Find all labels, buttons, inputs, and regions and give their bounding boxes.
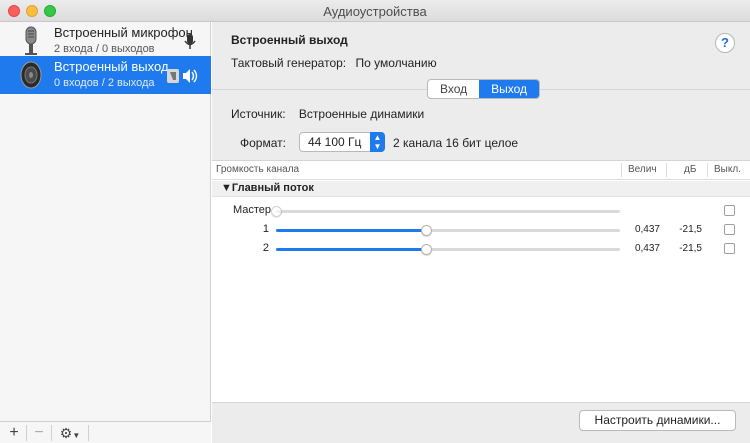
gear-menu-button[interactable]: ⚙▼ bbox=[56, 423, 84, 443]
microphone-icon bbox=[25, 26, 37, 55]
stream-panel: Источник: Встроенные динамики Формат: 44… bbox=[212, 89, 750, 443]
add-device-button[interactable]: + bbox=[4, 423, 24, 443]
channel-label: Мастер bbox=[232, 204, 271, 216]
output-device-icon bbox=[167, 69, 198, 83]
chevron-down-icon: ▼ bbox=[72, 431, 81, 440]
channel-db: -21,5 bbox=[679, 243, 702, 254]
slider-knob[interactable] bbox=[271, 206, 282, 217]
configure-speakers-button[interactable]: Настроить динамики... bbox=[579, 410, 736, 431]
remove-device-button[interactable]: − bbox=[29, 423, 49, 443]
tab-input[interactable]: Вход bbox=[428, 80, 479, 98]
window-title: Аудиоустройства bbox=[323, 4, 427, 19]
channel-value: 0,437 bbox=[634, 224, 660, 235]
channel-label: 1 bbox=[262, 223, 269, 235]
format-value: 44 100 Гц bbox=[308, 135, 362, 149]
title-bar: Аудиоустройства bbox=[0, 0, 750, 22]
device-item-builtin-output[interactable]: Встроенный выход 0 входов / 2 выхода bbox=[0, 56, 211, 94]
group-label: ▼Главный поток bbox=[221, 182, 314, 194]
master-volume-slider[interactable] bbox=[276, 210, 620, 213]
group-row-main-stream[interactable]: ▼Главный поток bbox=[212, 181, 750, 197]
help-button[interactable]: ? bbox=[715, 33, 735, 53]
mute-checkbox-channel-1[interactable] bbox=[724, 224, 735, 235]
channel-label: 2 bbox=[262, 242, 269, 254]
source-label: Источник: bbox=[231, 107, 286, 121]
channel-volume-table: Громкость канала Велич дБ Выкл. ▼Главный… bbox=[212, 160, 750, 403]
input-device-icon bbox=[184, 34, 196, 49]
device-detail-pane: Встроенный выход ? Тактовый генератор: П… bbox=[212, 22, 750, 443]
format-label: Формат: bbox=[240, 136, 286, 150]
device-name: Встроенный выход bbox=[54, 59, 169, 74]
channel-value: 0,437 bbox=[634, 243, 660, 254]
updown-chevron-icon: ▲ ▼ bbox=[370, 132, 385, 152]
header-mute[interactable]: Выкл. bbox=[714, 161, 741, 179]
format-description: 2 канала 16 бит целое bbox=[393, 136, 519, 150]
format-select[interactable]: 44 100 Гц ▲ ▼ bbox=[299, 132, 385, 152]
channel-2-volume-slider[interactable] bbox=[276, 248, 620, 251]
channel-db: -21,5 bbox=[679, 224, 702, 235]
clock-source-row: Тактовый генератор: По умолчанию bbox=[231, 56, 437, 70]
device-sidebar: Встроенный микрофон 2 входа / 0 выходов … bbox=[0, 22, 211, 443]
device-title: Встроенный выход bbox=[231, 33, 348, 47]
column-divider bbox=[621, 163, 622, 177]
column-divider bbox=[707, 163, 708, 177]
clock-value: По умолчанию bbox=[355, 56, 437, 70]
slider-knob[interactable] bbox=[421, 225, 433, 236]
speaker-icon bbox=[20, 61, 42, 89]
channel-1-volume-slider[interactable] bbox=[276, 229, 620, 232]
mute-checkbox-channel-2[interactable] bbox=[724, 243, 735, 254]
column-divider bbox=[666, 163, 667, 177]
gear-icon: ⚙ bbox=[59, 425, 73, 441]
sidebar-toolbar: + − ⚙▼ bbox=[0, 421, 211, 443]
device-channels: 2 входа / 0 выходов bbox=[54, 43, 155, 55]
mute-checkbox-master[interactable] bbox=[724, 205, 735, 216]
table-header-divider bbox=[212, 179, 750, 180]
device-channels: 0 входов / 2 выхода bbox=[54, 77, 155, 89]
header-db[interactable]: дБ bbox=[684, 161, 696, 179]
clock-label: Тактовый генератор: bbox=[231, 56, 347, 70]
device-item-builtin-microphone[interactable]: Встроенный микрофон 2 входа / 0 выходов bbox=[0, 22, 211, 60]
slider-fill bbox=[276, 248, 427, 251]
source-value: Встроенные динамики bbox=[298, 107, 425, 121]
slider-fill bbox=[276, 229, 427, 232]
header-value[interactable]: Велич bbox=[628, 161, 657, 179]
header-channel-volume[interactable]: Громкость канала bbox=[216, 161, 299, 179]
slider-knob[interactable] bbox=[421, 244, 433, 255]
direction-tabs: Вход Выход bbox=[427, 79, 541, 99]
tab-output[interactable]: Выход bbox=[479, 80, 540, 98]
source-row: Источник: Встроенные динамики bbox=[231, 107, 424, 121]
